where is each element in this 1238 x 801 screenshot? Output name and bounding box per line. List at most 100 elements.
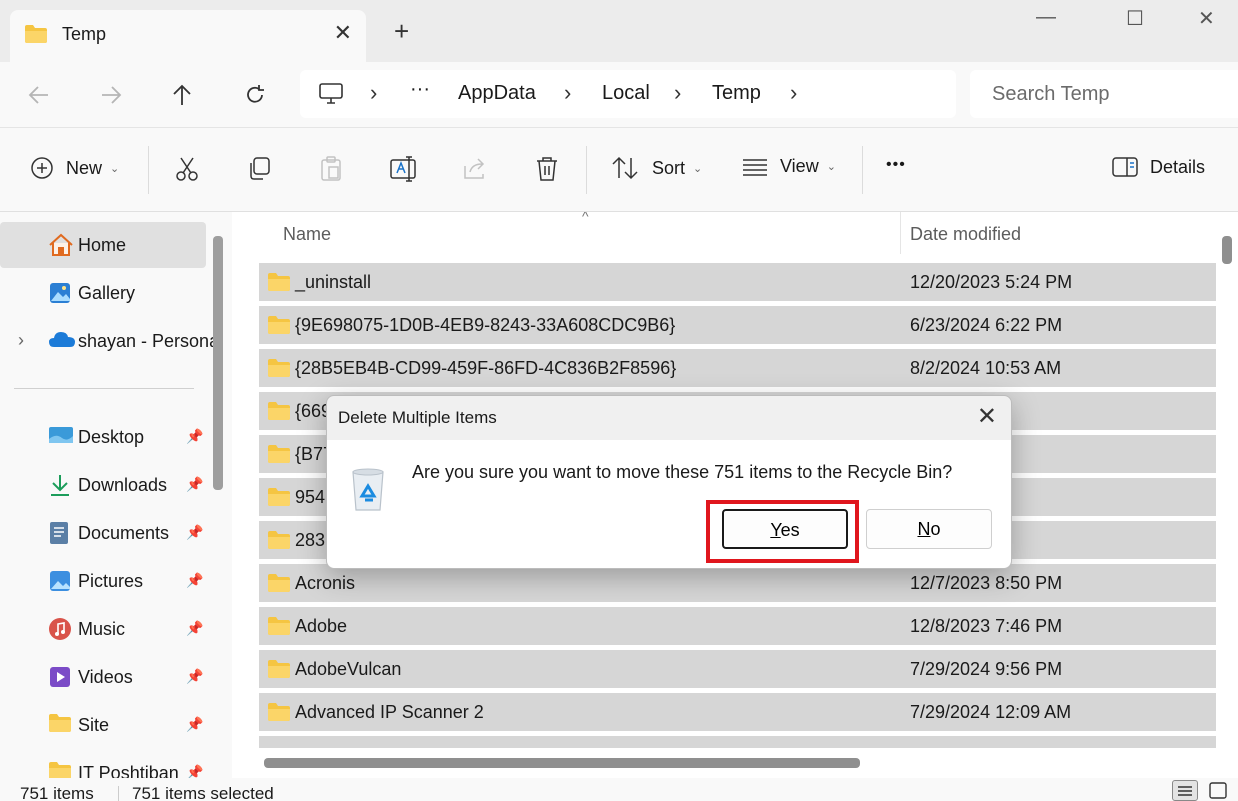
sidebar-item-downloads[interactable]: Downloads 📌 (0, 462, 206, 508)
table-row[interactable]: Adobe 12/8/2023 7:46 PM (259, 607, 1216, 645)
tab-close-icon[interactable]: ✕ (334, 20, 352, 46)
pin-icon[interactable]: 📌 (186, 572, 203, 589)
table-row[interactable]: {9E698075-1D0B-4EB9-8243-33A608CDC9B6} 6/… (259, 306, 1216, 344)
share-button[interactable] (462, 156, 488, 182)
sidebar-item-site[interactable]: Site 📌 (0, 702, 206, 748)
chevron-right-icon[interactable]: › (674, 80, 681, 106)
gallery-icon (48, 281, 72, 310)
sidebar-item-onedrive[interactable]: › shayan - Persona (0, 318, 219, 364)
file-date: 12/7/2023 8:50 PM (910, 573, 1063, 593)
view-button[interactable]: View ⌄ (742, 156, 836, 177)
table-row[interactable]: Advanced IP Scanner 2 7/29/2024 12:09 AM (259, 693, 1216, 731)
column-divider[interactable] (900, 212, 901, 254)
new-button[interactable]: New ⌄ (30, 156, 119, 180)
tab-temp[interactable]: Temp ✕ (10, 10, 366, 62)
arrow-up-icon (173, 84, 191, 105)
breadcrumb[interactable]: › ··· AppData › Local › Temp › (300, 70, 956, 118)
cloud-icon (48, 329, 76, 354)
close-window-button[interactable]: ✕ (1198, 6, 1215, 31)
file-date: 6/23/2024 6:22 PM (910, 315, 1063, 335)
refresh-icon (247, 85, 264, 103)
file-name: {9E698075-1D0B-4EB9-8243-33A608CDC9B6} (295, 315, 676, 335)
up-button[interactable] (165, 78, 199, 112)
dialog-close-icon[interactable]: ✕ (977, 402, 997, 431)
highlight-box (706, 500, 859, 563)
view-label: View (780, 156, 819, 176)
pin-icon[interactable]: 📌 (186, 716, 203, 733)
pin-icon[interactable]: 📌 (186, 476, 203, 493)
back-button[interactable] (22, 78, 56, 112)
details-view-button[interactable] (1172, 780, 1198, 801)
sort-up-icon: ^ (582, 212, 589, 224)
details-button[interactable]: Details (1112, 156, 1205, 178)
details-label: Details (1150, 156, 1206, 177)
table-row[interactable]: Acronis 12/7/2023 8:50 PM (259, 564, 1216, 602)
delete-button[interactable] (534, 156, 560, 182)
sort-button[interactable]: Sort ⌄ (612, 156, 702, 180)
pin-icon[interactable]: 📌 (186, 620, 203, 637)
computer-icon[interactable] (318, 83, 344, 110)
column-header-date[interactable]: Date modified (910, 224, 1021, 245)
chevron-right-icon[interactable]: › (18, 330, 24, 351)
rename-icon (390, 156, 418, 182)
file-date: 12/8/2023 7:46 PM (910, 616, 1063, 636)
rename-button[interactable] (390, 156, 418, 182)
search-box[interactable]: Search Temp (970, 70, 1238, 118)
desktop-icon (48, 425, 74, 452)
pin-icon[interactable]: 📌 (186, 524, 203, 541)
maximize-button[interactable]: ☐ (1126, 6, 1144, 31)
refresh-button[interactable] (238, 78, 272, 112)
more-options-button[interactable]: ••• (886, 156, 906, 174)
dialog-body: Are you sure you want to move these 751 … (327, 440, 1011, 568)
dialog-message: Are you sure you want to move these 751 … (412, 462, 953, 482)
forward-button[interactable] (94, 78, 128, 112)
paste-button[interactable] (318, 156, 344, 182)
sidebar-item-music[interactable]: Music 📌 (0, 606, 206, 652)
folder-icon (267, 487, 291, 512)
file-date: 8/2/2024 10:53 AM (910, 358, 1062, 378)
chevron-right-icon[interactable]: › (790, 80, 797, 106)
sort-icon (612, 156, 638, 180)
no-button[interactable]: No (866, 509, 992, 549)
copy-icon (246, 156, 272, 182)
table-row[interactable]: {28B5EB4B-CD99-459F-86FD-4C836B2F8596} 8/… (259, 349, 1216, 387)
pin-icon[interactable]: 📌 (186, 668, 203, 685)
table-row[interactable]: _uninstall 12/20/2023 5:24 PM (259, 263, 1216, 301)
sidebar-item-home[interactable]: Home (0, 222, 206, 268)
minimize-button[interactable]: — (1036, 6, 1056, 29)
sidebar-item-gallery[interactable]: Gallery (0, 270, 206, 316)
vertical-scrollbar[interactable] (1222, 236, 1232, 264)
search-input[interactable]: Search Temp (992, 83, 1109, 106)
file-date: 12/20/2023 5:24 PM (910, 272, 1073, 292)
sidebar-item-it-poshtiban[interactable]: IT Poshtiban 📌 (0, 750, 206, 778)
horizontal-scrollbar[interactable] (264, 758, 860, 768)
sidebar-scrollbar[interactable] (213, 236, 223, 490)
table-row[interactable] (259, 736, 1216, 748)
new-tab-button[interactable]: + (394, 18, 409, 44)
copy-button[interactable] (246, 156, 272, 182)
column-header-name[interactable]: Name (283, 224, 331, 245)
breadcrumb-appdata[interactable]: AppData (458, 82, 536, 105)
scissors-icon (174, 156, 200, 182)
sidebar-item-videos[interactable]: Videos 📌 (0, 654, 206, 700)
sidebar-item-documents[interactable]: Documents 📌 (0, 510, 206, 556)
sidebar-item-pictures[interactable]: Pictures 📌 (0, 558, 206, 604)
tiles-view-button[interactable] (1206, 780, 1232, 801)
breadcrumb-local[interactable]: Local (602, 82, 650, 105)
chevron-right-icon[interactable]: › (564, 80, 571, 106)
breadcrumb-temp[interactable]: Temp (712, 82, 761, 105)
chevron-right-icon[interactable]: › (370, 80, 377, 106)
breadcrumb-overflow[interactable]: ··· (410, 78, 430, 101)
cut-button[interactable] (174, 156, 200, 182)
folder-icon (267, 659, 291, 684)
table-row[interactable]: AdobeVulcan 7/29/2024 9:56 PM (259, 650, 1216, 688)
sidebar-item-desktop[interactable]: Desktop 📌 (0, 414, 206, 460)
tab-title: Temp (62, 24, 107, 44)
music-icon (48, 617, 72, 646)
selected-count: 751 items selected (132, 784, 274, 801)
pin-icon[interactable]: 📌 (186, 764, 203, 778)
pin-icon[interactable]: 📌 (186, 428, 203, 445)
folder-icon (48, 713, 72, 738)
details-view-icon (1178, 786, 1192, 796)
folder-icon (267, 272, 291, 297)
